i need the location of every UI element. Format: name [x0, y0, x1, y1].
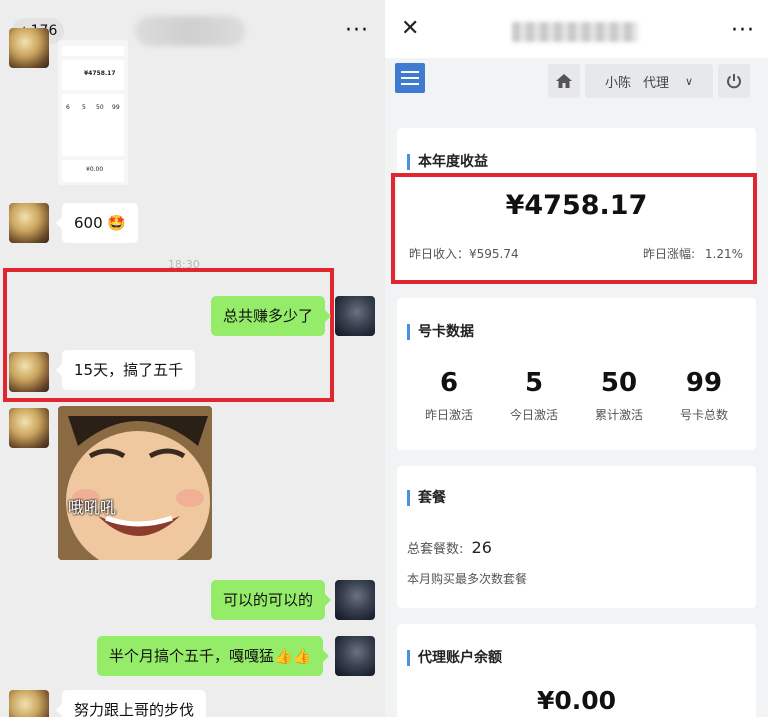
thumbnail-balance: ¥0.00: [86, 166, 104, 173]
message-bubble[interactable]: 600 🤩: [55, 203, 139, 243]
avatar-self[interactable]: [335, 636, 375, 676]
home-icon: [556, 74, 572, 88]
user-role-dropdown[interactable]: 小陈 代理 ∨: [585, 64, 713, 98]
avatar[interactable]: [9, 352, 49, 392]
laughing-kid-sticker: [58, 406, 212, 560]
stat-today-activated: 5 今日激活: [494, 368, 574, 423]
message-text: 15天，搞了五千: [74, 361, 184, 379]
avatar[interactable]: [9, 28, 49, 68]
message-bubble-self[interactable]: 可以的可以的: [211, 580, 332, 620]
message-bubble[interactable]: 努力跟上哥的步伐: [55, 690, 207, 717]
package-total-label: 总套餐数:: [407, 542, 464, 557]
sticker-image[interactable]: 哦吼吼: [58, 406, 212, 560]
avatar[interactable]: [9, 408, 49, 448]
yesterday-growth-label: 昨日涨幅:: [643, 247, 696, 261]
stat-total-activated: 50 累计激活: [579, 368, 659, 423]
more-icon[interactable]: ···: [731, 18, 755, 43]
logout-button[interactable]: [718, 64, 750, 98]
yesterday-income: 昨日收入：¥595.74: [409, 245, 519, 262]
page-title-blurred: [512, 22, 638, 42]
message-text: 努力跟上哥的步伐: [74, 701, 195, 717]
agent-balance-title: 代理账户余额: [407, 650, 502, 666]
thumbnail-stat: 6: [66, 104, 70, 111]
thumbnail-stat: 99: [112, 104, 120, 111]
stat-total-cards: 99 号卡总数: [664, 368, 744, 423]
package-note: 本月购买最多次数套餐: [407, 572, 528, 586]
stat-label: 今日激活: [509, 408, 558, 422]
more-icon[interactable]: ···: [345, 18, 369, 43]
agent-balance-card: 代理账户余额 ¥0.00: [397, 624, 756, 717]
package-total: 总套餐数: 26: [407, 538, 492, 557]
package-card: 套餐 总套餐数: 26 本月购买最多次数套餐: [397, 466, 756, 608]
message-text: 总共赚多少了: [223, 307, 314, 325]
yesterday-income-label: 昨日收入：: [409, 247, 470, 261]
menu-icon[interactable]: [395, 63, 425, 93]
annual-income-amount: ¥4758.17: [505, 190, 648, 221]
user-role: 代理: [642, 75, 669, 91]
stat-value: 50: [600, 368, 638, 398]
chevron-down-icon: ∨: [684, 74, 694, 88]
stat-value: 5: [524, 368, 544, 398]
card-data-title: 号卡数据: [407, 324, 474, 340]
star-eyes-emoji-icon: 🤩: [107, 214, 127, 232]
card-data-card: 号卡数据 6 昨日激活 5 今日激活 50 累计激活 99 号卡总数: [397, 298, 756, 450]
stat-label: 昨日激活: [424, 408, 473, 422]
sticker-caption: 哦吼吼: [68, 498, 117, 517]
message-bubble-self[interactable]: 半个月搞个五千，嘎嘎猛👍👍: [97, 636, 330, 676]
yesterday-income-value: ¥595.74: [469, 247, 519, 261]
stat-value: 6: [439, 368, 459, 398]
stat-label: 累计激活: [594, 408, 643, 422]
annual-income-title: 本年度收益: [407, 154, 488, 170]
package-total-value: 26: [471, 538, 492, 557]
message-bubble-self[interactable]: 总共赚多少了: [211, 296, 332, 336]
package-title: 套餐: [407, 490, 446, 506]
avatar-self[interactable]: [335, 580, 375, 620]
close-icon[interactable]: ✕: [401, 16, 419, 41]
stat-label: 号卡总数: [679, 408, 728, 422]
thumbnail-stat: 5: [82, 104, 86, 111]
avatar-self[interactable]: [335, 296, 375, 336]
thumbnail-stat: 50: [96, 104, 104, 111]
avatar[interactable]: [9, 203, 49, 243]
stat-value: 99: [685, 368, 723, 398]
power-icon: [727, 74, 741, 89]
screenshot-thumbnail[interactable]: ¥4758.17 6 5 50 99 ¥0.00: [58, 40, 128, 185]
chat-pane: ‹ 176 ··· ¥4758.17 6 5 50 99 ¥0.00 600 🤩…: [0, 0, 385, 717]
avatar[interactable]: [9, 690, 49, 717]
home-button[interactable]: [548, 64, 580, 98]
app-pane: ✕ ··· 小陈 代理 ∨ 本年度收益 ¥4758.17 昨日收入：¥595.7…: [385, 0, 768, 717]
message-text: 半个月搞个五千，嘎嘎猛👍👍: [109, 647, 312, 665]
thumbnail-amount: ¥4758.17: [84, 70, 116, 77]
stat-yesterday-activated: 6 昨日激活: [409, 368, 489, 423]
chat-contact-name-blurred: [135, 16, 245, 46]
message-text: 600: [74, 214, 103, 232]
yesterday-growth: 昨日涨幅: 1.21%: [643, 245, 743, 262]
message-text: 可以的可以的: [223, 591, 314, 609]
agent-balance-amount: ¥0.00: [536, 686, 617, 715]
user-name: 小陈: [604, 75, 631, 91]
yesterday-growth-value: 1.21%: [704, 247, 743, 261]
message-bubble[interactable]: 15天，搞了五千: [55, 350, 196, 390]
